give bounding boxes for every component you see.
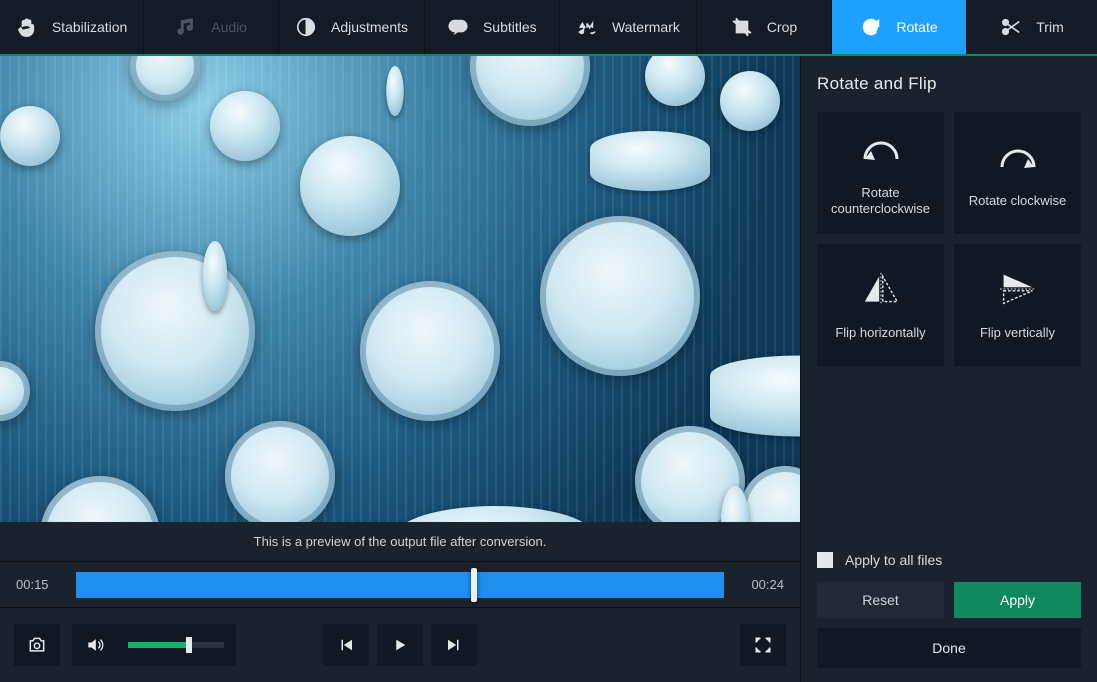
apply-all-row[interactable]: Apply to all files [817,552,1081,568]
tab-label: Subtitles [483,19,537,35]
reset-label: Reset [862,592,899,608]
snapshot-button[interactable] [14,624,60,666]
apply-label: Apply [1000,592,1035,608]
mute-button[interactable] [72,624,118,666]
play-button[interactable] [377,624,423,666]
rotate-icon [860,16,882,38]
seek-bar[interactable] [76,572,724,598]
tab-subtitles[interactable]: Subtitles [425,0,560,54]
rotate-cw-icon [994,137,1042,177]
apply-all-checkbox[interactable] [817,552,833,568]
fullscreen-button[interactable] [740,624,786,666]
volume-control [72,624,236,666]
tab-crop[interactable]: Crop [697,0,832,54]
left-pane: This is a preview of the output file aft… [0,56,800,682]
timeline: 00:15 00:24 [0,562,800,608]
seek-thumb[interactable] [471,568,477,602]
rotate-cw-button[interactable]: Rotate clockwise [954,112,1081,234]
tab-label: Stabilization [52,19,128,35]
flip-vertical-icon [994,269,1042,309]
reset-button[interactable]: Reset [817,582,944,618]
video-preview [0,56,800,522]
done-button[interactable]: Done [817,628,1081,668]
watermark-icon [576,16,598,38]
tab-label: Watermark [612,19,680,35]
tab-label: Trim [1036,19,1063,35]
preview-caption-text: This is a preview of the output file aft… [254,534,547,549]
crop-icon [731,16,753,38]
rotate-ccw-button[interactable]: Rotate counterclockwise [817,112,944,234]
tab-adjustments[interactable]: Adjustments [279,0,425,54]
contrast-icon [295,16,317,38]
tab-label: Adjustments [331,19,408,35]
current-time: 00:15 [16,577,62,592]
tab-audio[interactable]: Audio [144,0,279,54]
tab-label: Crop [767,19,797,35]
preview-caption: This is a preview of the output file aft… [0,522,800,562]
tab-rotate[interactable]: Rotate [832,0,967,54]
panel-title: Rotate and Flip [817,74,1081,94]
scissors-icon [1000,16,1022,38]
tab-watermark[interactable]: Watermark [560,0,697,54]
volume-slider[interactable] [128,642,224,648]
tab-label: Audio [211,19,247,35]
tile-label: Flip vertically [980,325,1055,341]
hand-icon [16,16,38,38]
tab-trim[interactable]: Trim [967,0,1097,54]
flip-vertical-button[interactable]: Flip vertically [954,244,1081,366]
prev-button[interactable] [323,624,369,666]
music-note-icon [175,16,197,38]
flip-horizontal-icon [857,269,905,309]
tab-label: Rotate [896,19,937,35]
tile-label: Rotate clockwise [969,193,1067,209]
next-button[interactable] [431,624,477,666]
tile-label: Flip horizontally [835,325,925,341]
volume-thumb[interactable] [186,637,192,653]
top-tabbar: Stabilization Audio Adjustments Subtitle… [0,0,1097,56]
tab-stabilization[interactable]: Stabilization [0,0,144,54]
playback-controls [0,608,800,682]
total-time: 00:24 [738,577,784,592]
rotate-panel: Rotate and Flip Rotate counterclockwise [800,56,1097,682]
tile-label: Rotate counterclockwise [823,185,938,218]
rotate-ccw-icon [857,129,905,169]
flip-horizontal-button[interactable]: Flip horizontally [817,244,944,366]
apply-button[interactable]: Apply [954,582,1081,618]
subtitle-icon [447,16,469,38]
done-label: Done [932,640,965,656]
rotate-tiles: Rotate counterclockwise Rotate clockwise [817,112,1081,366]
apply-all-label: Apply to all files [845,552,942,568]
